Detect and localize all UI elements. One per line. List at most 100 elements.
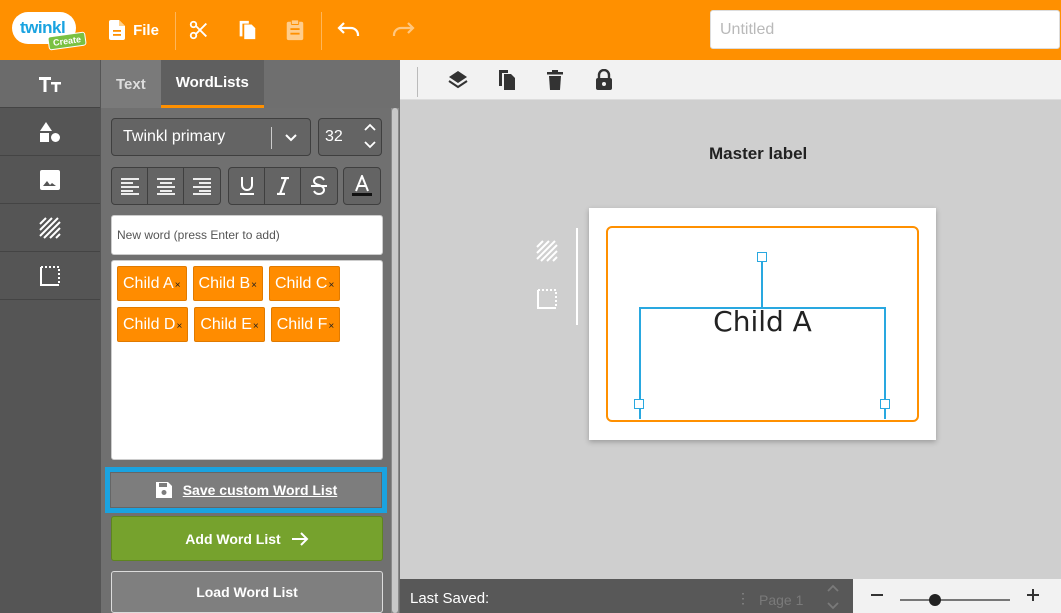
status-bar: Last Saved: ⋮ Page 1 bbox=[400, 579, 853, 613]
save-highlight-frame: Save custom Word List bbox=[105, 467, 387, 513]
chevron-up-icon bbox=[364, 123, 376, 131]
word-chip[interactable]: Child D × bbox=[117, 307, 189, 342]
design-canvas[interactable]: Master label Child A bbox=[400, 100, 1061, 579]
font-size-spinner[interactable] bbox=[363, 121, 377, 151]
undo-button[interactable] bbox=[334, 0, 364, 60]
plus-icon bbox=[1027, 589, 1039, 601]
layers-button[interactable] bbox=[446, 68, 470, 92]
rail-shapes-tool[interactable] bbox=[0, 108, 100, 156]
underline-button[interactable] bbox=[229, 168, 265, 204]
rail-text-tool[interactable] bbox=[0, 60, 100, 108]
twinkl-create-logo[interactable]: twinkl Create bbox=[12, 10, 90, 51]
resize-handle-bottom-right[interactable] bbox=[880, 399, 890, 409]
alignment-group bbox=[111, 167, 221, 205]
clipboard-icon bbox=[285, 19, 305, 41]
canvas-toolbar bbox=[400, 60, 1061, 100]
word-chip[interactable]: Child A × bbox=[117, 266, 187, 301]
text-size-icon bbox=[38, 74, 62, 94]
page-options-icon[interactable]: ⋮ bbox=[736, 590, 750, 607]
toolbar-divider bbox=[417, 67, 418, 97]
font-family-select[interactable]: Twinkl primary bbox=[111, 118, 311, 156]
word-list-box: Child A × Child B × Child C × Child D × Child E ×… bbox=[111, 260, 383, 460]
page-stepper[interactable] bbox=[826, 582, 840, 612]
dotted-border-icon bbox=[536, 288, 558, 310]
resize-handle-bottom-left[interactable] bbox=[634, 399, 644, 409]
rail-images-tool[interactable] bbox=[0, 156, 100, 204]
tab-wordlists[interactable]: WordLists bbox=[160, 60, 264, 108]
word-chip-label: Child C bbox=[274, 274, 328, 292]
duplicate-button[interactable] bbox=[495, 68, 519, 92]
file-label: File bbox=[133, 21, 159, 39]
delete-button[interactable] bbox=[543, 68, 567, 92]
align-right-button[interactable] bbox=[184, 168, 220, 204]
zoom-slider-track[interactable] bbox=[900, 599, 1010, 601]
copy-icon bbox=[236, 19, 258, 41]
chevron-down-icon bbox=[364, 141, 376, 149]
text-color-button[interactable] bbox=[344, 168, 380, 204]
floppy-disk-icon bbox=[155, 481, 173, 499]
rail-patterns-tool[interactable] bbox=[0, 204, 100, 252]
paste-button[interactable] bbox=[280, 0, 310, 60]
font-size-stepper[interactable]: 32 bbox=[318, 118, 382, 156]
remove-word-icon[interactable]: × bbox=[251, 280, 257, 291]
file-menu-button[interactable]: File bbox=[104, 0, 164, 60]
minus-icon bbox=[871, 594, 883, 596]
layers-icon bbox=[448, 70, 468, 90]
word-chip[interactable]: Child C × bbox=[268, 266, 341, 301]
panel-scrollbar[interactable] bbox=[391, 108, 399, 613]
load-word-list-button[interactable]: Load Word List bbox=[111, 571, 383, 613]
copy-button[interactable] bbox=[232, 0, 262, 60]
tab-text[interactable]: Text bbox=[101, 60, 161, 108]
scrollbar-thumb[interactable] bbox=[392, 108, 398, 613]
align-center-button[interactable] bbox=[148, 168, 184, 204]
add-word-list-label: Add Word List bbox=[185, 530, 281, 547]
chevron-down-icon bbox=[282, 128, 300, 146]
align-left-button[interactable] bbox=[112, 168, 148, 204]
wordlist-panel: Text WordLists Twinkl primary 32 New wor… bbox=[100, 60, 400, 613]
remove-word-icon[interactable]: × bbox=[328, 321, 334, 332]
redo-icon bbox=[391, 21, 415, 39]
word-chip[interactable]: Child F × bbox=[270, 307, 341, 342]
label-pattern-button[interactable] bbox=[536, 240, 558, 262]
rail-borders-tool[interactable] bbox=[0, 252, 100, 300]
rotate-handle[interactable] bbox=[757, 252, 767, 262]
file-icon bbox=[109, 20, 126, 40]
add-word-list-button[interactable]: Add Word List bbox=[111, 516, 383, 561]
label-card[interactable]: Child A bbox=[589, 208, 936, 440]
side-tools-divider bbox=[576, 228, 578, 325]
shapes-icon bbox=[39, 121, 61, 143]
trash-icon bbox=[547, 70, 563, 90]
load-word-list-label: Load Word List bbox=[196, 584, 298, 600]
lock-icon bbox=[595, 69, 613, 91]
new-word-input[interactable] bbox=[111, 215, 383, 255]
zoom-slider-knob[interactable] bbox=[929, 594, 942, 606]
remove-word-icon[interactable]: × bbox=[175, 280, 181, 291]
font-size-value: 32 bbox=[325, 128, 343, 145]
word-chip-label: Child D bbox=[123, 315, 176, 333]
word-chip[interactable]: Child B × bbox=[192, 266, 263, 301]
word-chip[interactable]: Child E × bbox=[194, 307, 265, 342]
zoom-in-button[interactable] bbox=[1025, 587, 1041, 603]
document-title-input[interactable] bbox=[710, 10, 1060, 49]
strikethrough-button[interactable] bbox=[301, 168, 337, 204]
label-border-button[interactable] bbox=[536, 288, 558, 310]
cut-button[interactable] bbox=[184, 0, 214, 60]
redo-button[interactable] bbox=[388, 0, 418, 60]
italic-icon bbox=[275, 177, 291, 195]
undo-icon bbox=[337, 21, 361, 39]
label-text[interactable]: Child A bbox=[639, 305, 886, 338]
zoom-out-button[interactable] bbox=[869, 587, 885, 603]
save-word-list-button[interactable]: Save custom Word List bbox=[110, 472, 382, 508]
lock-button[interactable] bbox=[592, 68, 616, 92]
remove-word-icon[interactable]: × bbox=[176, 321, 182, 332]
zoom-bar bbox=[853, 579, 1061, 613]
scissors-icon bbox=[188, 19, 210, 41]
remove-word-icon[interactable]: × bbox=[253, 321, 259, 332]
font-family-value: Twinkl primary bbox=[123, 128, 226, 145]
text-color-icon bbox=[351, 175, 373, 197]
last-saved-label: Last Saved: bbox=[410, 590, 490, 607]
italic-button[interactable] bbox=[265, 168, 301, 204]
align-right-icon bbox=[192, 177, 212, 195]
toolbar-divider bbox=[175, 12, 176, 50]
remove-word-icon[interactable]: × bbox=[328, 280, 334, 291]
